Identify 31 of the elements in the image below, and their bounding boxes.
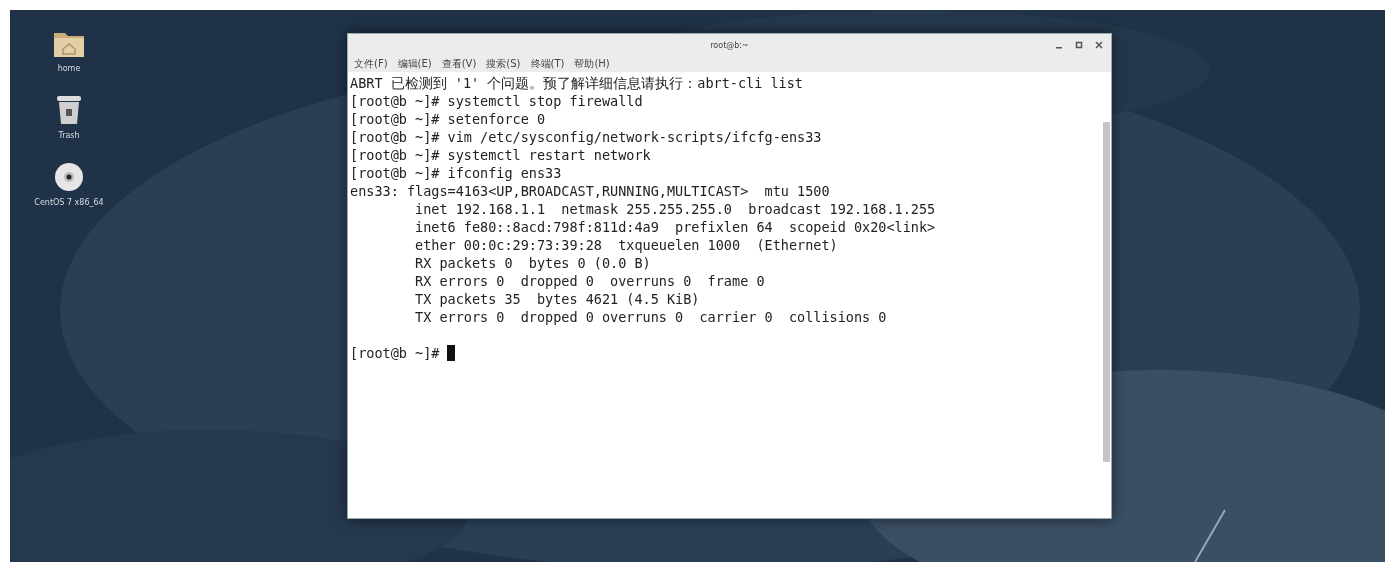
maximize-icon[interactable] (1075, 41, 1083, 49)
terminal-line: ens33: flags=4163<UP,BROADCAST,RUNNING,MULTICAST> mtu 1500 (350, 182, 831, 200)
menu-item[interactable]: 搜索(S) (486, 57, 521, 71)
terminal-line: TX errors 0 dropped 0 overruns 0 carrier 0 collisions 0 (414, 308, 888, 326)
menu-item[interactable]: 终端(T) (530, 57, 565, 71)
terminal-line: TX packets 35 bytes 4621 (4.5 KiB) (414, 290, 701, 308)
terminal-line: [root@b ~]# systemctl restart network (350, 146, 652, 164)
menu-item[interactable]: 编辑(E) (397, 57, 432, 71)
terminal-line: [root@b ~]# ifconfig ens33 (350, 164, 563, 182)
disc-icon[interactable] (54, 162, 84, 192)
window-title: root@b:~ (710, 40, 749, 50)
trash-icon[interactable] (56, 95, 82, 125)
menu-item[interactable]: 查看(V) (441, 57, 477, 71)
terminal-line: RX errors 0 dropped 0 overruns 0 frame 0 (414, 272, 766, 290)
terminal-line: [root@b ~]# systemctl stop firewalld (350, 92, 644, 110)
terminal-line: inet6 fe80::8acd:798f:811d:4a9 prefixlen 64 scopeid 0x20<link> (414, 218, 937, 236)
terminal-line: ether 00:0c:29:73:39:28 txqueuelen 1000 (Ethernet) (414, 236, 839, 254)
terminal-prompt: [root@b ~]# (350, 344, 440, 362)
icon-label: home (57, 64, 81, 73)
terminal-line: RX packets 0 bytes 0 (0.0 B) (414, 254, 652, 272)
icon-label: CentOS 7 x86_64 (34, 198, 104, 207)
folder-icon[interactable] (53, 30, 85, 58)
terminal-line: ABRT 已检测到 '1' 个问题。预了解详细信息请执行：abrt-cli list (350, 74, 804, 92)
close-icon[interactable] (1095, 41, 1103, 49)
terminal-line: [root@b ~]# vim /etc/sysconfig/network-scripts/ifcfg-ens33 (350, 128, 823, 146)
icon-label: Trash (58, 131, 80, 140)
terminal-line: inet 192.168.1.1 netmask 255.255.255.0 broadcast 192.168.1.255 (414, 200, 937, 218)
menu-item[interactable]: 文件(F) (354, 57, 388, 71)
terminal-line: [root@b ~]# setenforce 0 (350, 110, 547, 128)
scrollbar[interactable] (1103, 122, 1110, 462)
menu-item[interactable]: 帮助(H) (574, 57, 610, 71)
